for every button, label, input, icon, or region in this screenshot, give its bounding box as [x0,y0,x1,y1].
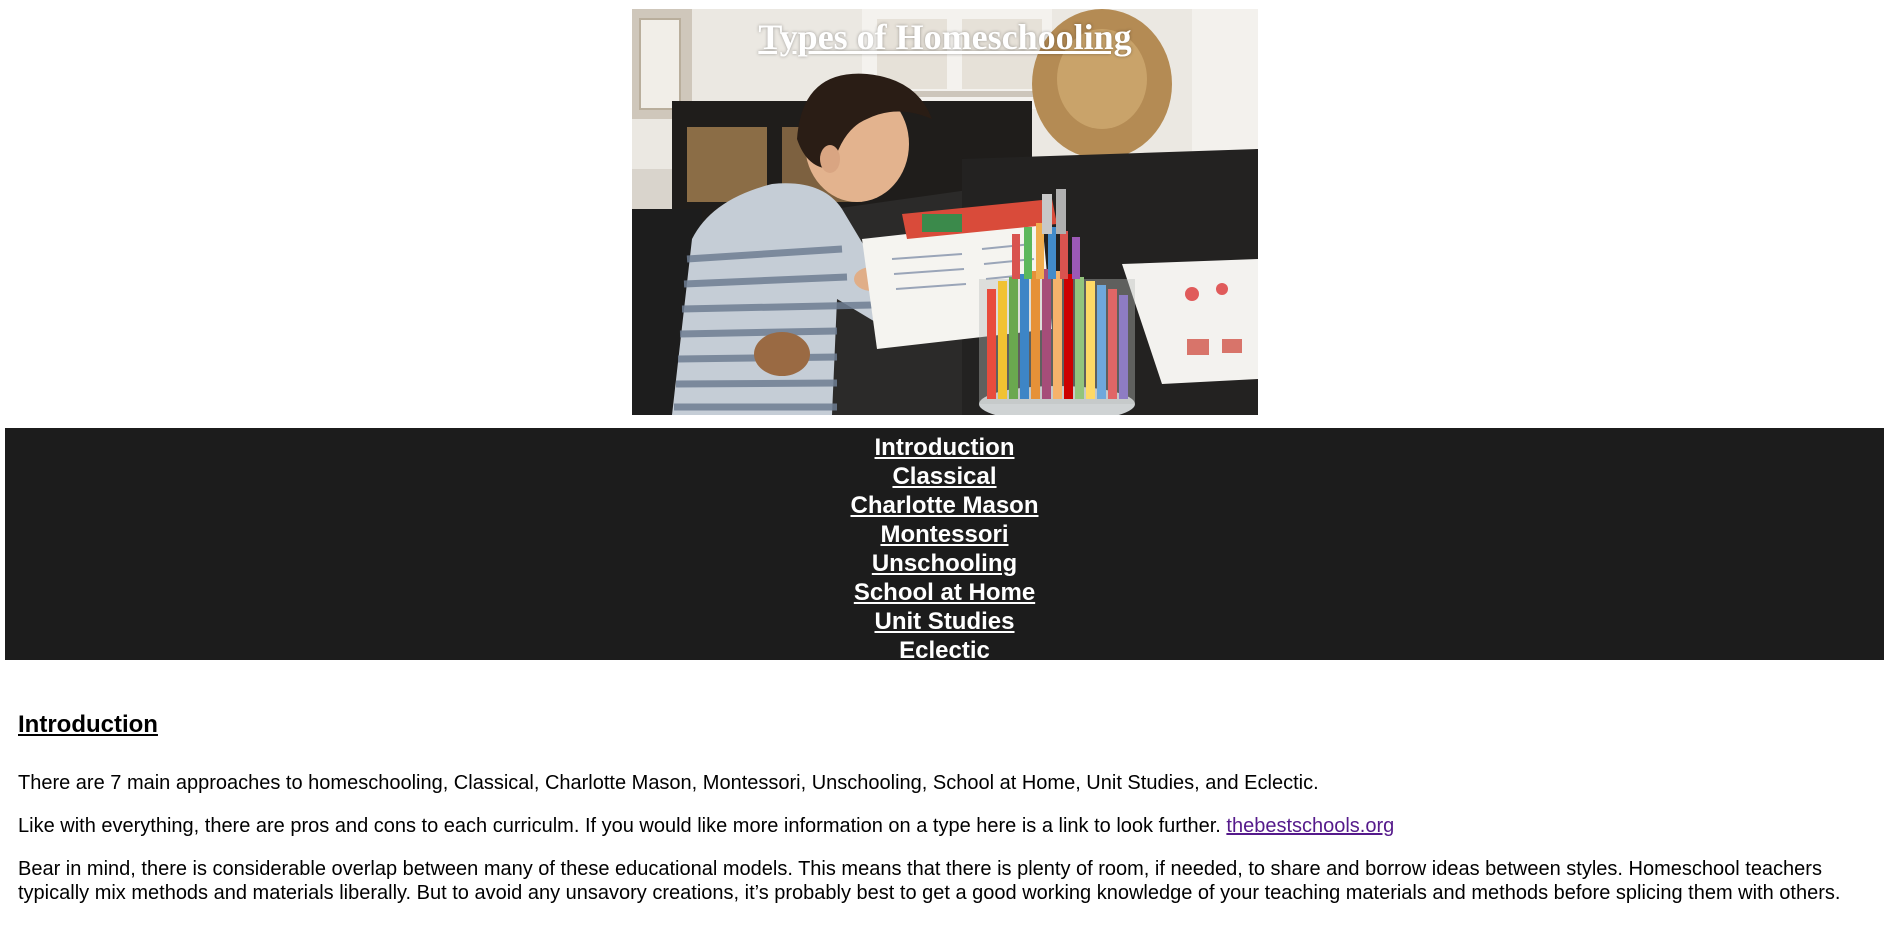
intro-paragraph-approaches: There are 7 main approaches to homeschoo… [18,772,1319,794]
nav-link-classical[interactable]: Classical [892,462,996,491]
main-nav: Introduction Classical Charlotte Mason M… [5,428,1884,664]
intro-paragraph-pros-cons-text: Like with everything, there are pros and… [18,815,1221,837]
nav-link-montessori[interactable]: Montessori [880,520,1008,549]
nav-link-eclectic[interactable]: Eclectic [899,636,990,665]
nav-link-unit-studies[interactable]: Unit Studies [874,607,1014,636]
nav-link-introduction[interactable]: Introduction [875,433,1015,462]
page-header: Types of Homeschooling [632,9,1258,415]
main-content: Introduction There are 7 main approaches… [0,711,1887,905]
nav-link-unschooling[interactable]: Unschooling [872,549,1017,578]
intro-paragraph-pros-cons: Like with everything, there are pros and… [18,814,1868,838]
hero-image [632,9,1258,415]
intro-paragraph-overlap: Bear in mind, there is considerable over… [18,858,1841,904]
thebestschools-link[interactable]: thebestschools.org [1226,815,1394,837]
section-heading-introduction: Introduction [18,711,158,738]
page-title[interactable]: Types of Homeschooling [632,17,1258,57]
nav-link-school-at-home[interactable]: School at Home [854,578,1035,607]
nav-link-charlotte-mason[interactable]: Charlotte Mason [850,491,1038,520]
